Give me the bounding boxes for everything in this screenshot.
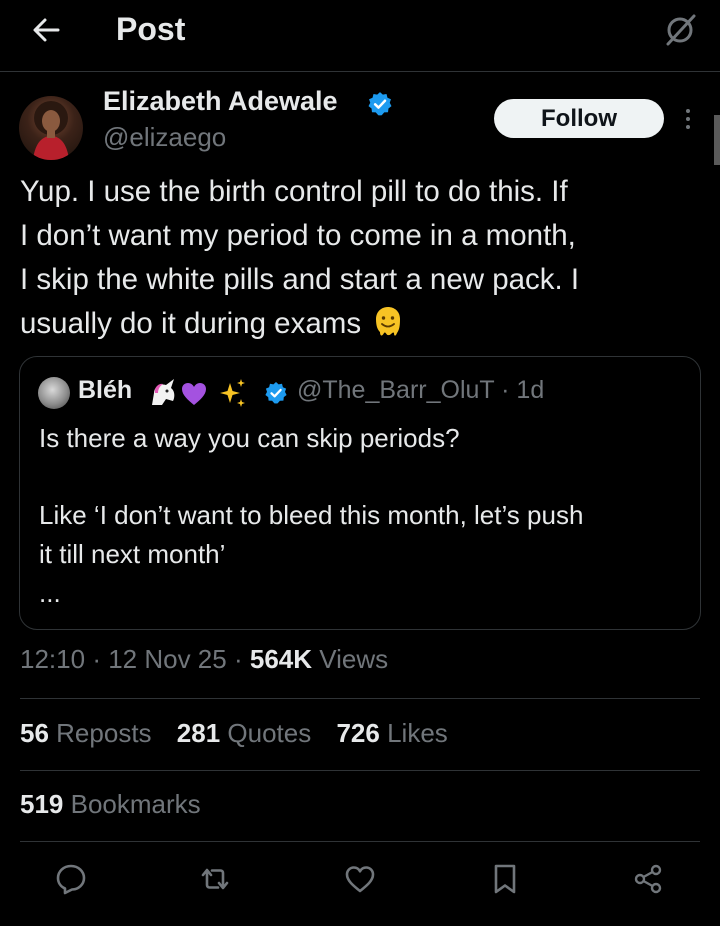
quoted-author-name: Bléh — [78, 376, 133, 404]
quoted-text-ellipsis: ... — [39, 578, 61, 608]
more-options-icon[interactable] — [678, 106, 698, 132]
verified-badge-icon — [368, 92, 392, 116]
follow-button[interactable]: Follow — [494, 99, 664, 138]
meta-separator: · — [233, 644, 250, 674]
post-text-line: usually do it during exams — [20, 302, 690, 346]
arrow-left-icon[interactable] — [30, 14, 62, 46]
quotes-stat[interactable]: 281 Quotes — [177, 718, 311, 748]
post-text-line: Yup. I use the birth control pill to do … — [20, 175, 568, 208]
divider — [20, 841, 700, 842]
post-text-line: I skip the white pills and start a new p… — [20, 263, 580, 296]
post-text-line-content: usually do it during exams — [20, 307, 362, 340]
reposts-label: Reposts — [56, 718, 152, 748]
likes-label: Likes — [387, 718, 448, 748]
post-date: 12 Nov 25 — [108, 644, 227, 674]
grok-icon[interactable] — [662, 12, 698, 48]
quotes-label: Quotes — [227, 718, 312, 748]
quoted-text-line: it till next month’ — [39, 539, 226, 569]
quoted-name-emojis — [152, 379, 245, 407]
reposts-count: 56 — [20, 718, 49, 748]
likes-count: 726 — [336, 718, 380, 748]
bookmarks-count: 519 — [20, 789, 64, 819]
post-text-line: I don’t want my period to come in a mont… — [20, 219, 576, 252]
quoted-post-card[interactable]: Bléh @The_Barr_OluT · 1d Is there a way … — [19, 356, 701, 630]
bookmark-icon[interactable] — [488, 862, 522, 896]
scrollbar[interactable] — [714, 115, 720, 165]
bookmarks-stat[interactable]: 519 Bookmarks — [20, 789, 201, 820]
quoted-author-avatar — [38, 377, 70, 409]
reply-icon[interactable] — [54, 862, 88, 896]
quotes-count: 281 — [176, 718, 221, 748]
melting-face-emoji-icon — [376, 307, 401, 336]
views-count[interactable]: 564K — [250, 644, 312, 674]
avatar-illustration — [33, 101, 69, 160]
engagement-stats: 56 Reposts 281 Quotes 726 Likes — [20, 718, 466, 749]
like-icon[interactable] — [343, 862, 377, 896]
post-text: Yup. I use the birth control pill to do … — [20, 170, 690, 346]
quoted-handle-time: @The_Barr_OluT · 1d — [297, 376, 545, 404]
share-icon[interactable] — [631, 862, 665, 896]
bookmarks-label: Bookmarks — [70, 789, 201, 819]
divider — [20, 698, 700, 699]
unicorn-emoji-icon — [152, 379, 175, 405]
quoted-text-spacer — [39, 458, 689, 496]
author-handle[interactable]: @elizaego — [103, 122, 226, 153]
quoted-post-text: Is there a way you can skip periods? Lik… — [39, 419, 689, 613]
meta-separator: · — [92, 644, 109, 674]
reposts-stat[interactable]: 56 Reposts — [20, 718, 152, 748]
quoted-text-line: Like ‘I don’t want to bleed this month, … — [39, 500, 584, 530]
top-bar: Post — [0, 0, 720, 72]
author-avatar[interactable] — [19, 96, 83, 160]
divider — [20, 770, 700, 771]
quoted-text-line: Is there a way you can skip periods? — [39, 423, 460, 453]
purple-heart-emoji-icon — [182, 383, 206, 405]
views-label[interactable]: Views — [319, 644, 388, 674]
sparkles-emoji-icon — [220, 379, 245, 407]
likes-stat[interactable]: 726 Likes — [336, 718, 447, 748]
author-name[interactable]: Elizabeth Adewale — [103, 86, 338, 117]
post-time: 12:10 — [20, 644, 86, 674]
post-meta: 12:10 · 12 Nov 25 · 564K Views — [20, 644, 388, 675]
verified-badge-icon — [265, 382, 287, 404]
page-title: Post — [116, 11, 186, 47]
repost-icon[interactable] — [198, 862, 232, 896]
